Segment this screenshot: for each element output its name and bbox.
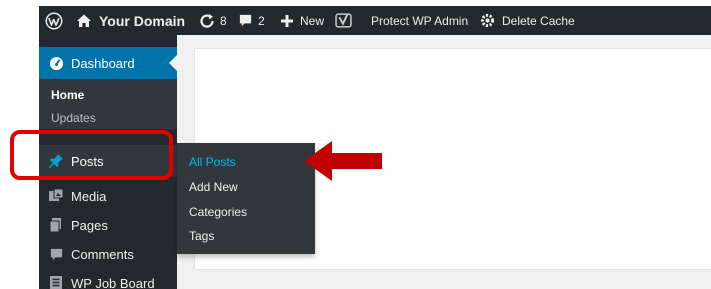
updates-count: 8	[220, 13, 227, 28]
comments-menu[interactable]: 2	[238, 6, 265, 35]
sidebar-item-comments[interactable]: Comments	[39, 240, 177, 268]
yoast-icon	[335, 12, 352, 29]
wordpress-logo-icon[interactable]	[45, 6, 63, 35]
updates-icon	[199, 13, 215, 29]
comments-count: 2	[258, 13, 265, 28]
submenu-item-all-posts[interactable]: All Posts	[189, 155, 236, 169]
home-icon	[76, 13, 92, 29]
sidebar-item-label: WP Job Board	[71, 275, 155, 289]
sidebar-item-label: Dashboard	[71, 55, 135, 71]
red-arrow-annotation	[304, 141, 382, 181]
posts-highlight-box	[10, 130, 173, 180]
submenu-item-tags[interactable]: Tags	[189, 229, 214, 243]
plus-icon	[280, 14, 294, 28]
new-label: New	[300, 13, 325, 28]
new-content-menu[interactable]: New	[280, 6, 324, 35]
delete-cache-menu[interactable]: Delete Cache	[479, 6, 575, 35]
site-name: Your Domain	[99, 12, 186, 29]
pages-icon	[48, 217, 64, 233]
submenu-item-home[interactable]: Home	[51, 88, 84, 102]
protect-wp-admin-label: Protect WP Admin	[371, 13, 469, 28]
sidebar-item-label: Media	[71, 188, 107, 204]
delete-cache-label: Delete Cache	[502, 13, 575, 28]
submenu-item-categories[interactable]: Categories	[189, 205, 247, 219]
media-icon	[48, 188, 64, 204]
site-name-menu[interactable]: Your Domain	[76, 6, 185, 35]
sidebar-item-wp-job-board[interactable]: WP Job Board	[39, 269, 177, 289]
submenu-item-updates[interactable]: Updates	[51, 111, 96, 125]
protect-wp-admin-menu[interactable]: Protect WP Admin	[371, 6, 468, 35]
comment-bubble-icon	[238, 13, 253, 28]
submenu-item-add-new[interactable]: Add New	[189, 180, 238, 194]
sidebar-item-dashboard[interactable]: Dashboard	[39, 47, 177, 79]
yoast-seo-menu[interactable]	[335, 6, 352, 35]
dashboard-gauge-icon	[48, 55, 64, 71]
admin-bar: Your Domain 8 2 New Protect WP Admin Del…	[39, 6, 711, 35]
posts-flyout-submenu: All Posts Add New Categories Tags	[177, 143, 315, 254]
updates-menu[interactable]: 8	[199, 6, 227, 35]
sidebar-item-pages[interactable]: Pages	[39, 211, 177, 239]
cache-gear-icon	[479, 12, 496, 29]
sidebar-item-media[interactable]: Media	[39, 182, 177, 210]
sidebar-item-label: Pages	[71, 217, 108, 233]
comments-icon	[48, 246, 64, 262]
dashboard-submenu: Home Updates	[39, 79, 177, 129]
job-board-list-icon	[48, 275, 64, 289]
sidebar-item-label: Comments	[71, 246, 134, 262]
